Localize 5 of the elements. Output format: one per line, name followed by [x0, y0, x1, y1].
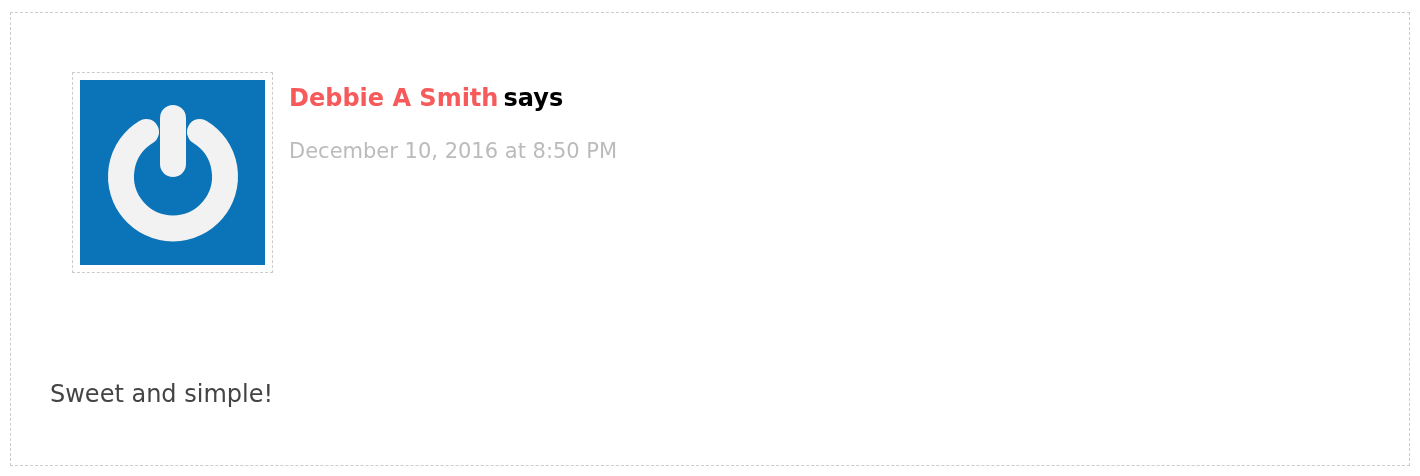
says-label: says — [503, 84, 564, 112]
author-link[interactable]: Debbie A Smith — [289, 84, 499, 112]
comment-text: Sweet and simple! — [50, 379, 275, 410]
comment-date: December 10, 2016 at 8:50 PM — [289, 138, 618, 165]
avatar-icon — [80, 80, 265, 265]
